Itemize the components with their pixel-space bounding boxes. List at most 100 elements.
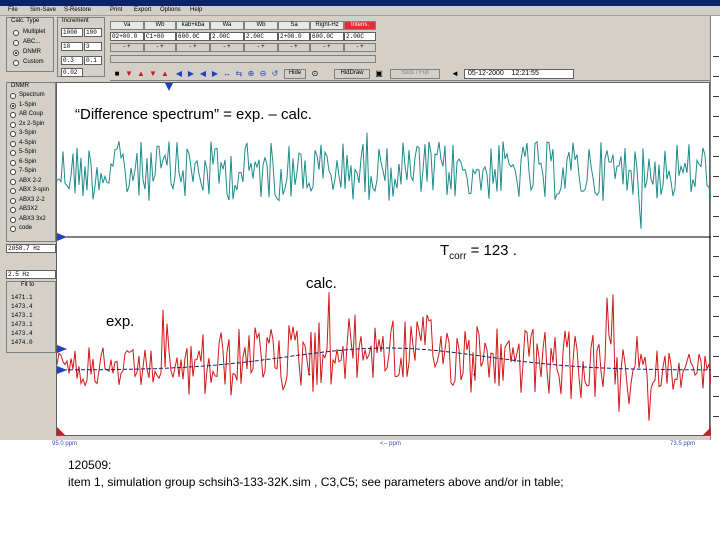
menu-print[interactable]: Print	[110, 7, 122, 13]
param-header-sa: Sa	[278, 21, 310, 30]
marker-left-exp[interactable]	[57, 345, 67, 353]
marker-left-calc[interactable]	[57, 366, 67, 374]
zoom-out-icon[interactable]: ⊖	[258, 69, 268, 79]
dnmr-radio[interactable]	[10, 169, 16, 175]
param-stepper-sa[interactable]: - +	[278, 43, 310, 52]
hz-field[interactable]: 2058.7 Hz	[6, 244, 56, 253]
compress-icon[interactable]: ⇆	[234, 69, 244, 79]
param-stepper-kab[interactable]: - +	[176, 43, 210, 52]
dnmr-item-label: ABX3 2-2	[19, 196, 45, 203]
expand-icon[interactable]: ↔	[222, 69, 232, 79]
radio-dnmr[interactable]	[13, 50, 19, 56]
param-stepper-wb2[interactable]: - +	[244, 43, 278, 52]
param-value-sa[interactable]: 2+00.0	[278, 32, 310, 41]
arrow-right-icon[interactable]: ▶	[186, 69, 196, 79]
menu-options[interactable]: Options	[160, 7, 181, 13]
increment-group: Increment 1000 100 10 3 0.3 0.1 0.02	[57, 17, 105, 77]
arrow-right-icon-2[interactable]: ▶	[210, 69, 220, 79]
param-header-right-hz: Right-Hz	[310, 21, 344, 30]
dnmr-radio[interactable]	[10, 226, 16, 232]
stick-full-button[interactable]: Stick / Full	[390, 69, 440, 79]
arrow-up-icon-2[interactable]: ▲	[160, 69, 170, 79]
dnmr-radio[interactable]	[10, 188, 16, 194]
param-value-wb2[interactable]: 2.00C	[244, 32, 278, 41]
menu-bar: File Sim-Save S-Restore Print Export Opt…	[0, 6, 720, 16]
increment-field-100[interactable]: 100	[84, 28, 102, 37]
radio-label-dnmr: DNMR	[23, 49, 41, 55]
param-value-wb[interactable]: C1+00	[144, 32, 176, 41]
dnmr-radio[interactable]	[10, 102, 16, 109]
reset-icon[interactable]: ↺	[270, 69, 280, 79]
save-icon[interactable]: ■	[112, 69, 122, 79]
tcorr-annotation: Tcorr = 123 .	[440, 242, 517, 262]
param-stepper-va[interactable]: - +	[110, 43, 144, 52]
dnmr-radio[interactable]	[10, 140, 16, 147]
param-stepper-right-hz[interactable]: - +	[310, 43, 344, 52]
dnmr-item-label: 4-Spin	[19, 139, 37, 146]
param-value-intens[interactable]: 2.00C	[344, 32, 376, 41]
zoom-in-icon[interactable]: ⊕	[246, 69, 256, 79]
dnmr-title: DNMR	[11, 83, 29, 89]
increment-field-01[interactable]: 0.1	[84, 56, 102, 65]
hide-button[interactable]: Hide	[284, 69, 306, 79]
plot-toolbar: ■ ▼ ▲ ▼ ▲ ◀ ▶ ◀ ▶ ↔ ⇆ ⊕ ⊖ ↺ Hide ⊙ HidDr…	[110, 67, 710, 81]
time-text: 12:21:55	[511, 70, 539, 77]
arrow-left-icon-2[interactable]: ◀	[198, 69, 208, 79]
menu-s-restore[interactable]: S-Restore	[64, 7, 91, 13]
marker-left-upper[interactable]	[57, 233, 67, 241]
increment-field-10[interactable]: 10	[61, 42, 83, 51]
radio-multiplet[interactable]	[13, 30, 19, 36]
dnmr-radio[interactable]	[10, 150, 16, 156]
menu-file[interactable]: File	[8, 7, 18, 13]
param-stepper-wb[interactable]: - +	[144, 43, 176, 52]
param-value-wa[interactable]: 2.00C	[210, 32, 244, 41]
arrow-up-icon[interactable]: ▲	[136, 69, 146, 79]
increment-field-002[interactable]: 0.02	[61, 68, 83, 77]
increment-field-03[interactable]: 0.3	[61, 56, 83, 65]
param-value-kab[interactable]: 600.0C	[176, 32, 210, 41]
menu-sim-save[interactable]: Sim-Save	[30, 7, 56, 13]
target-icon[interactable]: ⊙	[310, 69, 320, 79]
dnmr-item-label: 7-Spin	[19, 168, 37, 174]
radio-custom[interactable]	[13, 60, 19, 66]
radio-abc[interactable]	[13, 40, 19, 46]
tcorr-prefix: T	[440, 242, 450, 259]
dnmr-radio[interactable]	[10, 93, 16, 99]
hiddraw-button[interactable]: HidDraw	[334, 69, 370, 79]
dnmr-item-label: ABX 3-spin	[19, 187, 50, 193]
param-value-right-hz[interactable]: 600.0C	[310, 32, 344, 41]
arrow-left-small-icon[interactable]: ◄	[450, 69, 460, 79]
hz-field-2[interactable]: 2.5 Hz	[6, 270, 56, 279]
marker-top[interactable]	[165, 83, 173, 91]
arrow-left-icon[interactable]: ◀	[174, 69, 184, 79]
spectrum-plot[interactable]: * *	[56, 82, 711, 436]
dnmr-radio[interactable]	[10, 112, 16, 118]
param-stepper-intens[interactable]: - +	[344, 43, 376, 52]
arrow-down-icon[interactable]: ▼	[124, 69, 134, 79]
caption-line-1: 120509:	[68, 458, 112, 472]
increment-field-1000[interactable]: 1000	[61, 28, 83, 37]
dnmr-radio[interactable]	[10, 131, 16, 137]
menu-export[interactable]: Export	[134, 7, 151, 13]
dnmr-radio[interactable]	[10, 207, 16, 213]
arrow-down-icon-2[interactable]: ▼	[148, 69, 158, 79]
param-value-va[interactable]: 02+00.0	[110, 32, 144, 41]
dnmr-sidebar: DNMR Spectrum 1-Spin AB Coup 2x 2-Spin 3-Spi…	[6, 82, 56, 353]
axis-left-ppm: 95.0 ppm	[52, 441, 78, 447]
dnmr-radio[interactable]	[10, 216, 16, 223]
param-stepper-wa[interactable]: - +	[210, 43, 244, 52]
print-icon[interactable]: ▣	[374, 69, 384, 79]
dnmr-radio[interactable]	[10, 197, 16, 204]
dnmr-radio[interactable]	[10, 159, 16, 166]
increment-field-3[interactable]: 3	[84, 42, 102, 51]
menu-help[interactable]: Help	[190, 7, 202, 13]
radio-label-custom: Custom	[23, 59, 44, 65]
tcorr-value: = 123 .	[466, 242, 517, 259]
dnmr-radio[interactable]	[10, 178, 16, 185]
marker-bottom-left[interactable]	[57, 427, 65, 435]
param-header-wb: Wb	[144, 21, 176, 30]
dnmr-radio[interactable]	[10, 121, 16, 128]
peak-marker-1: *	[308, 373, 311, 380]
tcorr-subscript: corr	[449, 251, 467, 262]
marker-bottom-right[interactable]	[703, 427, 711, 435]
